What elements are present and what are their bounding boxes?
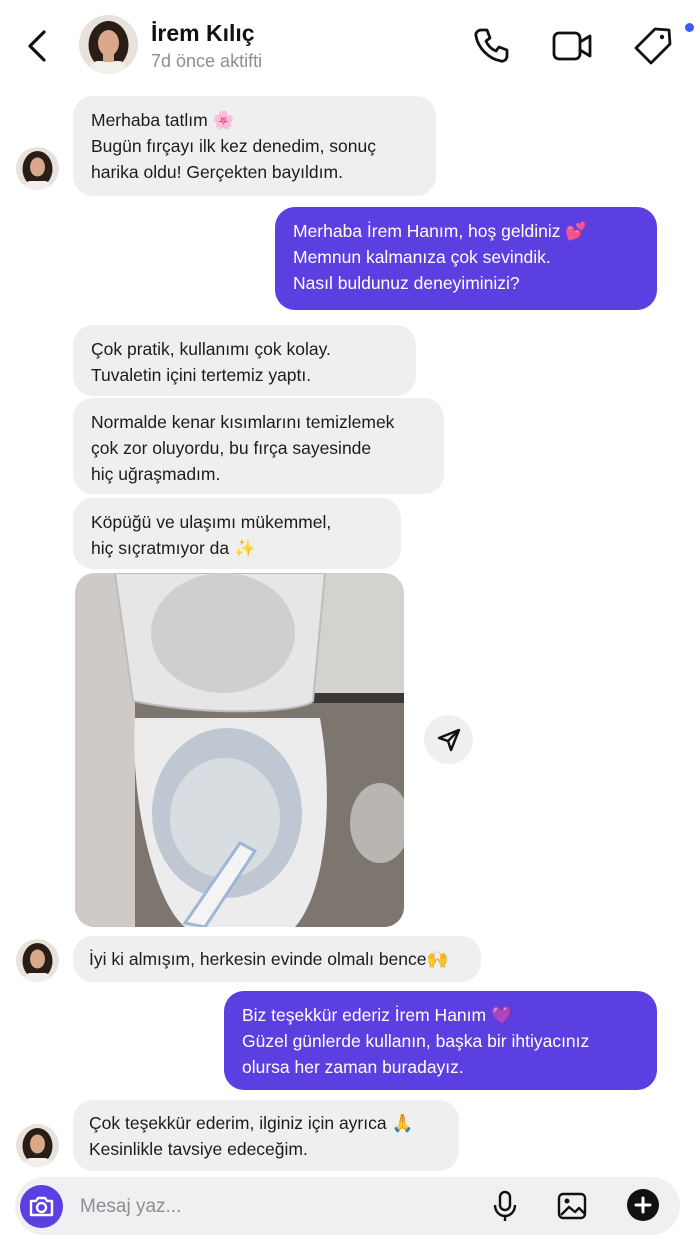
tag-icon[interactable]: [631, 24, 675, 68]
message-text: Merhaba İrem Hanım, hoş geldiniz 💕: [293, 221, 588, 241]
video-camera-icon[interactable]: [550, 24, 594, 68]
message-text: Memnun kalmanıza çok sevindik.: [293, 247, 551, 267]
message-text: Çok teşekkür ederim, ilginiz için ayrıca…: [89, 1113, 414, 1133]
message-text: Biz teşekkür ederiz İrem Hanım 💜: [242, 1005, 513, 1025]
message-text: Güzel günlerde kullanın, başka bir ihtiy…: [242, 1031, 590, 1051]
message-text: Merhaba tatlım 🌸: [91, 110, 235, 130]
message-bubble-incoming[interactable]: Çok pratik, kullanımı çok kolay. Tuvalet…: [73, 325, 416, 396]
message-bubble-outgoing[interactable]: Biz teşekkür ederiz İrem Hanım 💜 Güzel g…: [224, 991, 657, 1090]
message-bubble-incoming[interactable]: Merhaba tatlım 🌸 Bugün fırçayı ilk kez d…: [73, 96, 436, 196]
message-text: çok zor oluyordu, bu fırça sayesinde: [91, 438, 372, 458]
sender-avatar[interactable]: [16, 1124, 59, 1167]
message-text: Kesinlikle tavsiye edeceğim.: [89, 1139, 308, 1159]
message-bubble-outgoing[interactable]: Merhaba İrem Hanım, hoş geldiniz 💕 Memnu…: [275, 207, 657, 310]
message-input[interactable]: [80, 1193, 460, 1221]
chat-header: İrem Kılıç 7d önce aktifti: [0, 0, 700, 92]
gallery-icon[interactable]: [554, 1188, 590, 1224]
sender-avatar[interactable]: [16, 147, 59, 190]
message-text: hiç uğraşmadım.: [91, 464, 221, 484]
message-text: harika oldu! Gerçekten bayıldım.: [91, 162, 343, 182]
message-text: Çok pratik, kullanımı çok kolay.: [91, 339, 331, 359]
message-bubble-incoming[interactable]: Normalde kenar kısımlarını temizlemek ço…: [73, 398, 444, 494]
contact-status: 7d önce aktifti: [151, 51, 263, 71]
contact-avatar[interactable]: [79, 15, 138, 74]
camera-button[interactable]: [20, 1185, 63, 1228]
message-text: Tuvaletin içini tertemiz yaptı.: [91, 365, 312, 385]
message-text: Köpüğü ve ulaşımı mükemmel,: [91, 512, 332, 532]
phone-icon[interactable]: [469, 24, 513, 68]
message-photo[interactable]: [75, 573, 404, 927]
plus-button[interactable]: [627, 1189, 659, 1221]
send-icon: [437, 728, 461, 752]
back-arrow-icon[interactable]: [22, 26, 54, 66]
contact-name[interactable]: İrem Kılıç: [151, 20, 255, 47]
plus-icon: [634, 1196, 652, 1214]
message-text: hiç sıçratmıyor da ✨: [91, 538, 256, 558]
message-text: Normalde kenar kısımlarını temizlemek: [91, 412, 395, 432]
message-text: İyi ki almışım, herkesin evinde olmalı b…: [89, 949, 449, 969]
notification-dot: [683, 21, 696, 34]
message-bubble-incoming[interactable]: İyi ki almışım, herkesin evinde olmalı b…: [73, 936, 481, 982]
microphone-icon[interactable]: [487, 1188, 523, 1224]
camera-icon: [29, 1196, 54, 1217]
message-bubble-incoming[interactable]: Çok teşekkür ederim, ilginiz için ayrıca…: [73, 1100, 459, 1171]
sender-avatar[interactable]: [16, 939, 59, 982]
message-text: Nasıl buldunuz deneyiminizi?: [293, 273, 520, 293]
message-text: olursa her zaman buradayız.: [242, 1057, 464, 1077]
message-text: Bugün fırçayı ilk kez denedim, sonuç: [91, 136, 377, 156]
share-button[interactable]: [424, 715, 473, 764]
message-bubble-incoming[interactable]: Köpüğü ve ulaşımı mükemmel, hiç sıçratmı…: [73, 498, 401, 569]
